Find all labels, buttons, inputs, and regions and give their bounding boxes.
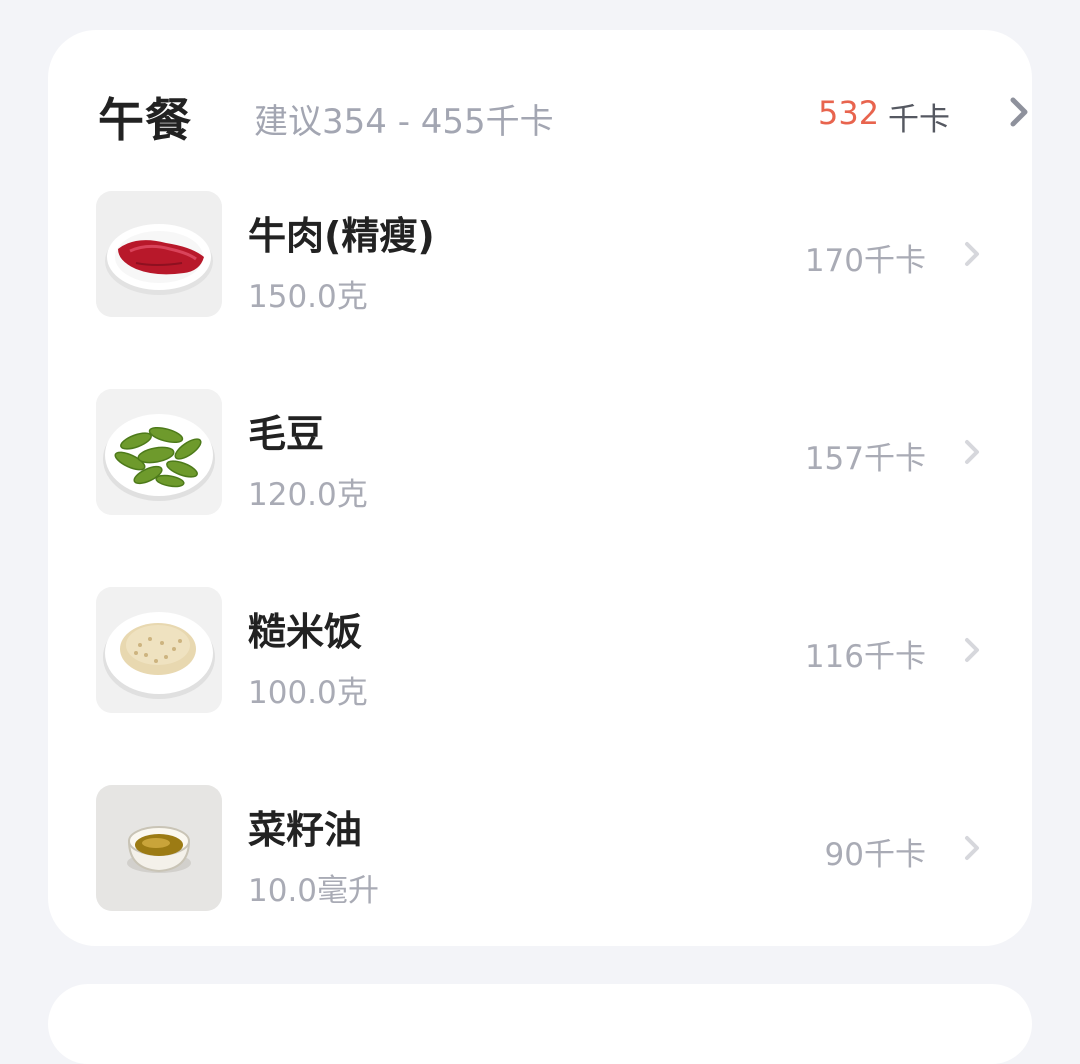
chevron-right-icon[interactable]: [960, 435, 984, 469]
chevron-right-icon[interactable]: [960, 237, 984, 271]
food-item-brown-rice[interactable]: 糙米饭 100.0克 116千卡: [96, 587, 984, 713]
edamame-plate-image: [96, 389, 222, 515]
meal-suggestion: 建议354 - 455千卡: [254, 102, 554, 142]
food-amount: 100.0克: [248, 675, 368, 711]
food-name: 菜籽油: [248, 808, 363, 852]
food-name: 糙米饭: [248, 610, 363, 654]
chevron-right-icon[interactable]: [960, 633, 984, 667]
rapeseed-oil-bowl-image: [96, 785, 222, 911]
food-item-rapeseed-oil[interactable]: 菜籽油 10.0毫升 90千卡: [96, 785, 984, 911]
meal-total-unit: 千卡: [888, 102, 950, 138]
meal-header[interactable]: 午餐 建议354 - 455千卡 532 千卡: [98, 82, 1028, 147]
brown-rice-plate-image: [96, 587, 222, 713]
lunch-card: 午餐 建议354 - 455千卡 532 千卡 牛肉(精瘦) 150.0克 17…: [48, 30, 1032, 946]
food-name: 毛豆: [248, 412, 325, 456]
food-amount: 10.0毫升: [248, 873, 380, 909]
beef-plate-image: [96, 191, 222, 317]
next-meal-card: [48, 984, 1032, 1064]
food-item-beef[interactable]: 牛肉(精瘦) 150.0克 170千卡: [96, 191, 984, 317]
food-item-edamame[interactable]: 毛豆 120.0克 157千卡: [96, 389, 984, 515]
chevron-right-icon[interactable]: [960, 831, 984, 865]
chevron-right-icon[interactable]: [1004, 92, 1034, 132]
meal-title: 午餐: [98, 93, 192, 147]
food-amount: 120.0克: [248, 477, 368, 513]
meal-total-calories: 532: [818, 94, 880, 132]
food-name: 牛肉(精瘦): [248, 214, 435, 258]
food-calories: 170千卡: [804, 243, 926, 279]
food-calories: 157千卡: [804, 441, 926, 477]
food-calories: 116千卡: [804, 639, 926, 675]
food-calories: 90千卡: [824, 837, 926, 873]
food-amount: 150.0克: [248, 279, 368, 315]
